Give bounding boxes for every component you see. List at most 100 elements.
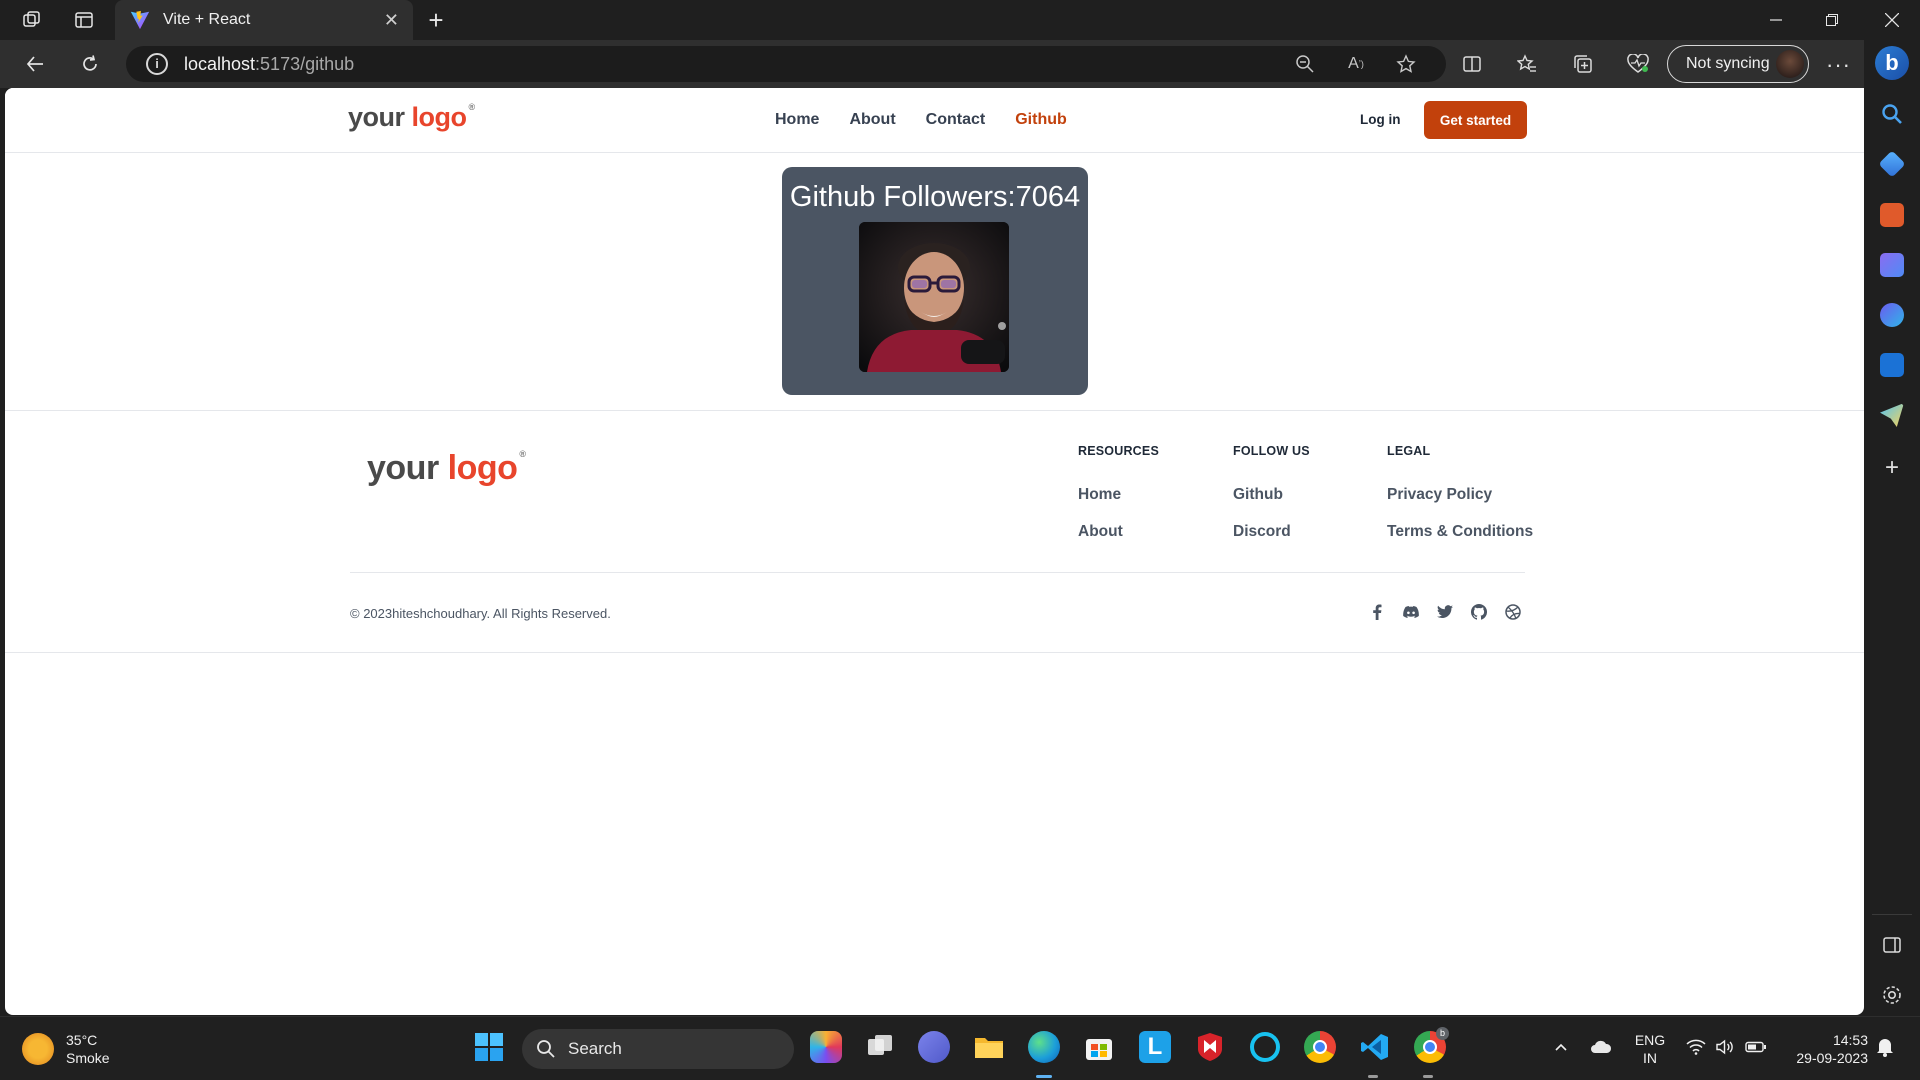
running-app-indicator — [1368, 1075, 1378, 1078]
sidebar-divider — [1872, 914, 1912, 915]
notifications-bell-icon[interactable] — [1876, 1037, 1894, 1062]
github-avatar — [859, 222, 1009, 372]
collections-icon[interactable] — [1571, 52, 1595, 76]
github-icon[interactable] — [1470, 603, 1488, 621]
shopping-icon[interactable] — [1878, 150, 1906, 178]
footer-link-terms[interactable]: Terms & Conditions — [1387, 523, 1533, 541]
file-explorer-icon[interactable] — [973, 1031, 1005, 1063]
volume-icon[interactable] — [1715, 1039, 1735, 1060]
nav-link-contact[interactable]: Contact — [926, 111, 986, 129]
site-header: your logo ® Home About Contact Github Log… — [5, 88, 1864, 153]
address-bar[interactable]: i localhost:5173/github A ʼ) — [126, 46, 1446, 82]
search-icon — [537, 1040, 555, 1058]
tab-actions-icon[interactable] — [72, 8, 96, 32]
copilot-icon[interactable] — [1880, 303, 1904, 327]
games-icon[interactable] — [1880, 253, 1904, 277]
chrome-icon[interactable] — [1304, 1031, 1336, 1063]
battery-icon[interactable] — [1745, 1039, 1767, 1060]
browser-titlebar: Vite + React ✕ + — [0, 0, 1920, 40]
clock-time: 14:53 — [1832, 1032, 1868, 1048]
microsoft-store-icon[interactable] — [1083, 1031, 1115, 1063]
browser-tab-active[interactable]: Vite + React ✕ — [115, 0, 413, 40]
twitter-icon[interactable] — [1436, 603, 1454, 621]
onedrive-cloud-icon[interactable] — [1590, 1039, 1612, 1060]
hide-sidebar-icon[interactable] — [1880, 933, 1904, 957]
close-window-button[interactable] — [1864, 0, 1920, 40]
windows-taskbar: 35°C Smoke Search L b ENG IN 14:53 29-09… — [0, 1016, 1920, 1080]
active-app-indicator — [1036, 1075, 1052, 1078]
wifi-icon[interactable] — [1686, 1039, 1706, 1060]
running-app-indicator — [1423, 1075, 1433, 1078]
search-icon[interactable] — [1880, 102, 1904, 126]
teams-chat-icon[interactable] — [918, 1031, 950, 1063]
footer-link-discord[interactable]: Discord — [1233, 523, 1291, 541]
site-info-icon[interactable]: i — [146, 53, 168, 75]
favorites-icon[interactable] — [1515, 52, 1539, 76]
discord-icon[interactable] — [1402, 603, 1420, 621]
bing-chat-icon[interactable]: b — [1875, 46, 1909, 80]
nav-link-about[interactable]: About — [849, 111, 895, 129]
footer-bottom-divider — [5, 652, 1864, 653]
more-options-icon[interactable]: ··· — [1826, 52, 1851, 78]
followers-count: 7064 — [1015, 181, 1081, 213]
language-indicator[interactable]: ENG IN — [1632, 1031, 1668, 1067]
footer-top-divider — [5, 410, 1864, 411]
settings-gear-icon[interactable] — [1880, 983, 1904, 1007]
footer-link-github[interactable]: Github — [1233, 486, 1283, 504]
back-button[interactable] — [21, 50, 49, 78]
edge-browser-icon[interactable] — [1028, 1031, 1060, 1063]
main-nav: Home About Contact Github — [775, 111, 1067, 129]
add-sidebar-app-icon[interactable]: + — [1880, 454, 1904, 482]
minimize-button[interactable] — [1748, 0, 1804, 40]
telegram-icon[interactable] — [1880, 403, 1904, 427]
workspaces-icon[interactable] — [20, 8, 44, 32]
url-host: localhost — [184, 53, 256, 74]
favorite-star-icon[interactable] — [1394, 52, 1418, 76]
url-path: :5173/github — [255, 53, 355, 74]
profile-sync-button[interactable]: Not syncing — [1667, 45, 1809, 83]
task-view-icon[interactable] — [864, 1031, 896, 1063]
nav-link-github[interactable]: Github — [1015, 111, 1067, 129]
restore-button[interactable] — [1804, 0, 1860, 40]
refresh-button[interactable] — [76, 50, 104, 78]
search-placeholder: Search — [568, 1039, 622, 1058]
vite-icon — [130, 10, 150, 30]
tools-icon[interactable] — [1880, 203, 1904, 227]
nav-link-home[interactable]: Home — [775, 111, 819, 129]
footer-link-about[interactable]: About — [1078, 523, 1123, 541]
copilot-preview-app-icon[interactable] — [810, 1031, 842, 1063]
header-logo[interactable]: your logo ® — [348, 102, 475, 133]
footer-link-privacy[interactable]: Privacy Policy — [1387, 486, 1492, 504]
github-followers-heading: Github Followers:7064 — [782, 181, 1088, 214]
taskbar-search-box[interactable]: Search — [522, 1029, 794, 1069]
browser-toolbar: i localhost:5173/github A ʼ) Not syncing … — [0, 40, 1920, 88]
l-app-icon[interactable]: L — [1139, 1031, 1171, 1063]
dribbble-icon[interactable] — [1504, 603, 1522, 621]
start-button[interactable] — [473, 1031, 505, 1063]
facebook-icon[interactable] — [1368, 603, 1386, 621]
show-hidden-icons-chevron-icon[interactable] — [1553, 1039, 1569, 1060]
zoom-icon[interactable] — [1293, 52, 1317, 76]
clock[interactable]: 14:53 29-09-2023 — [1778, 1031, 1868, 1067]
get-started-button[interactable]: Get started — [1424, 101, 1527, 139]
github-followers-card: Github Followers:7064 — [782, 167, 1088, 395]
close-tab-icon[interactable]: ✕ — [384, 10, 399, 31]
outlook-icon[interactable] — [1880, 353, 1904, 377]
split-screen-icon[interactable] — [1460, 52, 1484, 76]
weather-desc: Smoke — [66, 1050, 110, 1066]
weather-temp: 35°C — [66, 1032, 98, 1048]
alexa-icon[interactable] — [1249, 1031, 1281, 1063]
browser-essentials-icon[interactable] — [1626, 52, 1650, 76]
mcafee-icon[interactable] — [1194, 1031, 1226, 1063]
new-tab-button[interactable]: + — [422, 6, 450, 34]
footer-link-home[interactable]: Home — [1078, 486, 1121, 504]
read-aloud-icon[interactable]: A ʼ) — [1344, 52, 1368, 76]
login-link[interactable]: Log in — [1360, 112, 1401, 127]
footer-inner-divider — [350, 572, 1525, 573]
chrome-profile-icon[interactable]: b — [1414, 1027, 1449, 1063]
weather-widget[interactable]: 35°C Smoke — [22, 1031, 110, 1067]
web-page-viewport: your logo ® Home About Contact Github Log… — [5, 88, 1864, 1015]
footer-logo[interactable]: your logo ® — [367, 449, 526, 488]
weather-sun-icon — [22, 1033, 54, 1065]
vscode-icon[interactable] — [1359, 1031, 1391, 1063]
